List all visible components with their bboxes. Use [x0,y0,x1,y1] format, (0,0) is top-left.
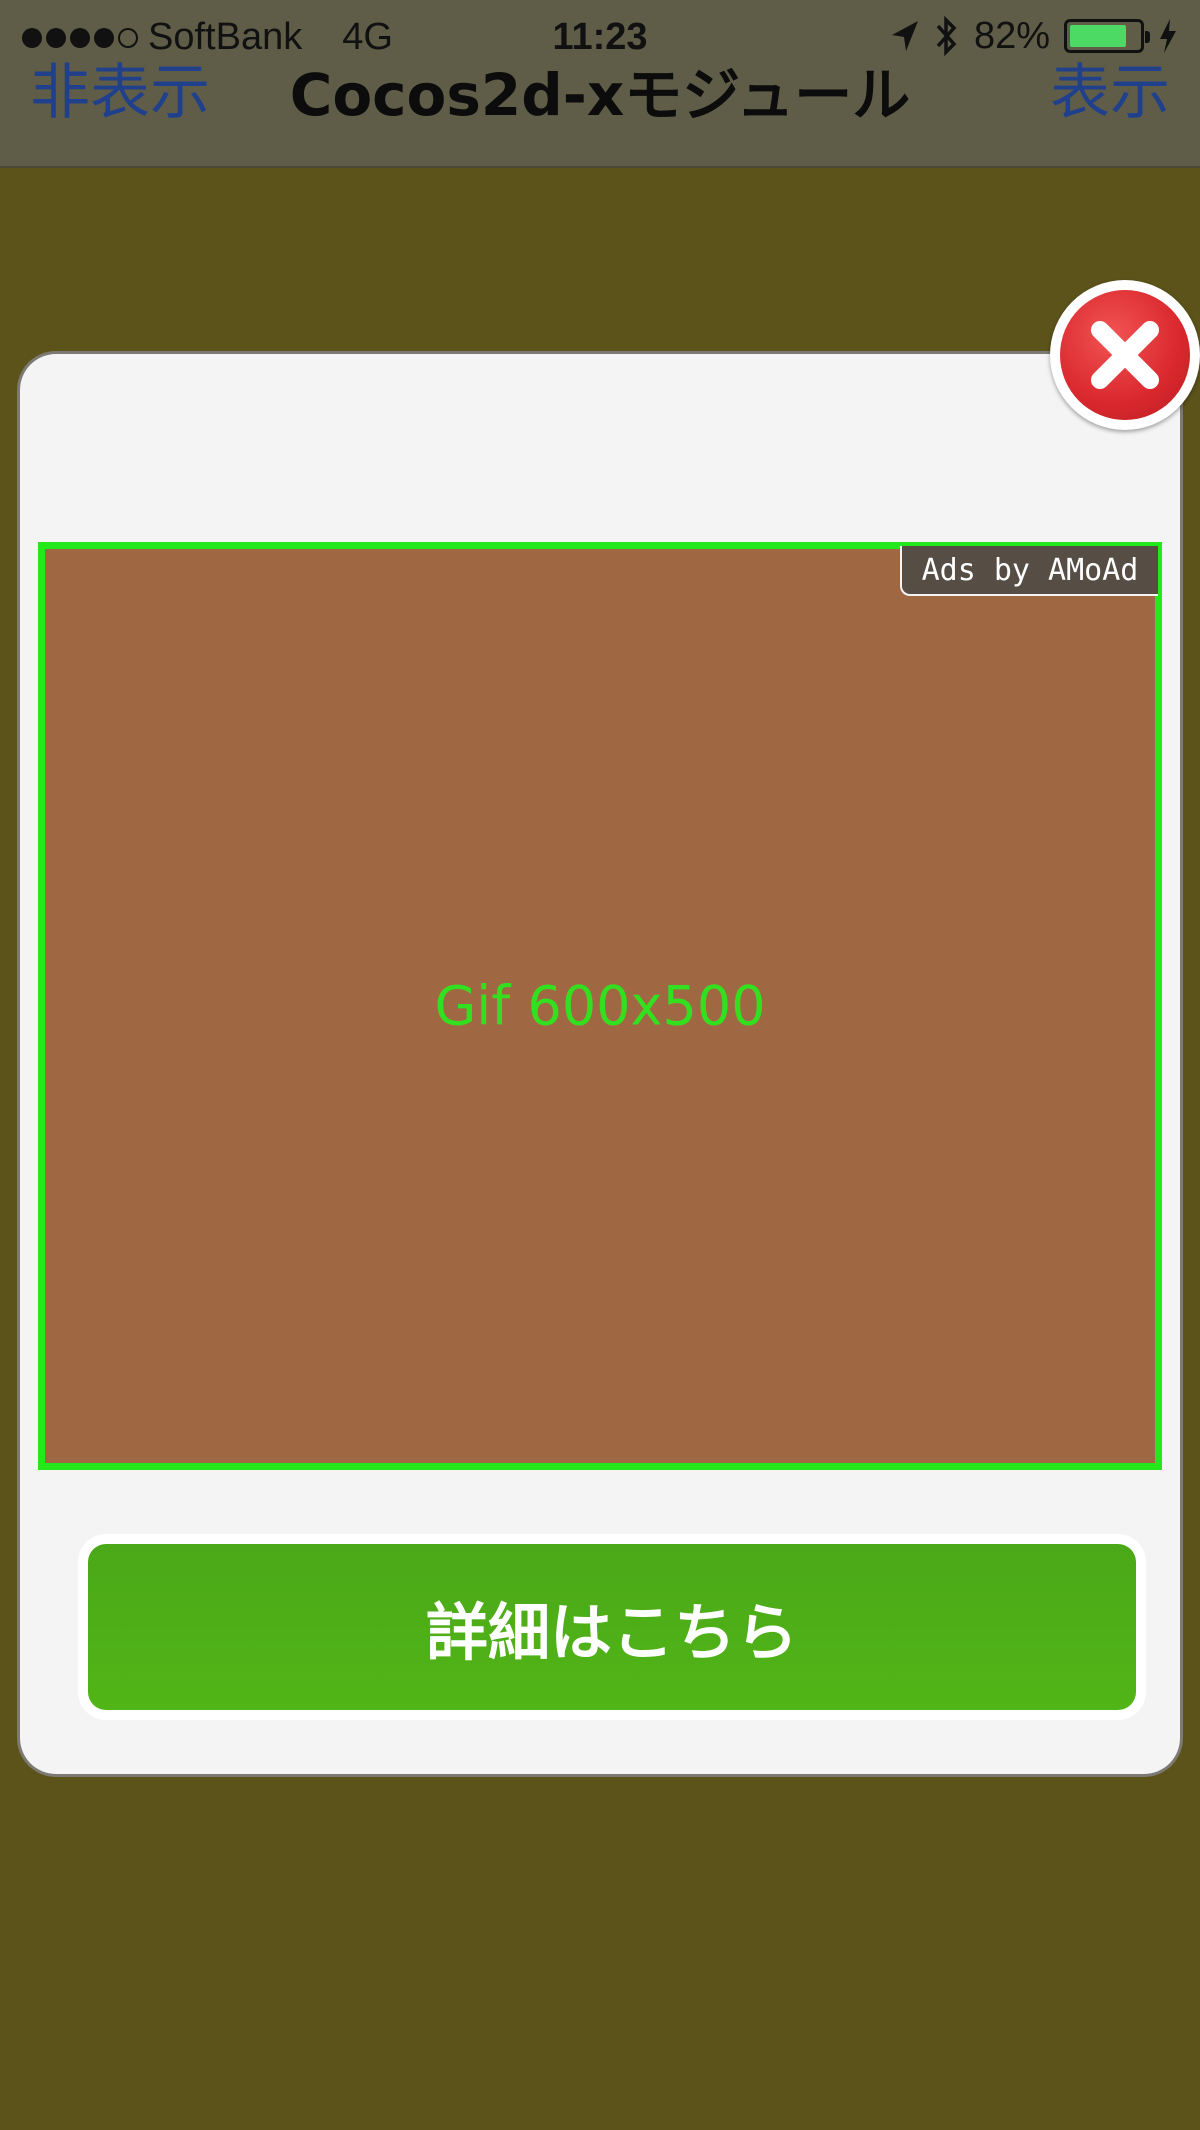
close-button[interactable] [1050,280,1200,430]
ad-creative[interactable]: Gif 600x500 Ads by AMoAd [38,542,1162,1470]
ads-by-badge[interactable]: Ads by AMoAd [900,546,1158,596]
navigation-bar: SoftBank 4G 11:23 82% 非表示 Cocos2d-xモジュール… [0,0,1200,168]
page-title: Cocos2d-xモジュール [289,61,911,129]
cta-button-frame: 詳細はこちら [78,1534,1146,1720]
ad-dialog: Gif 600x500 Ads by AMoAd 詳細はこちら [20,354,1180,1774]
show-button[interactable]: 表示 [1050,44,1170,131]
ad-placeholder-label: Gif 600x500 [434,974,766,1038]
close-icon [1060,290,1190,420]
details-button[interactable]: 詳細はこちら [88,1544,1136,1710]
